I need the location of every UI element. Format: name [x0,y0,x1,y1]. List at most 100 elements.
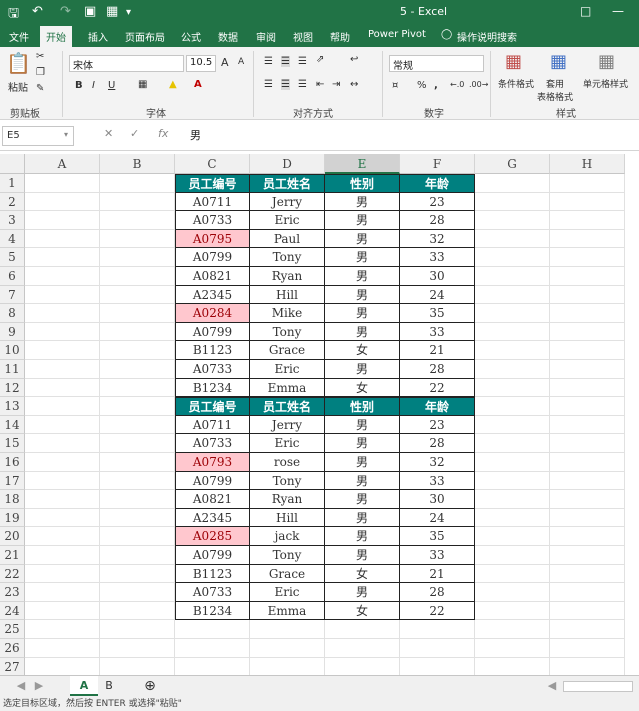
conditional-format-button[interactable]: 条件格式 [498,77,534,90]
cell-h22[interactable] [550,564,625,584]
table-cell-id[interactable]: A0733 [175,360,250,379]
table-cell-id[interactable]: A2345 [175,508,250,528]
row-header-19[interactable]: 19 [0,508,25,528]
bold-button[interactable]: B [75,80,83,91]
row-header-13[interactable]: 13 [0,397,25,416]
cell-h23[interactable] [550,583,625,602]
cell-a15[interactable] [25,434,100,453]
cell-a16[interactable] [25,453,100,472]
table-cell-gender[interactable]: 男 [325,490,400,509]
table-cell-age[interactable]: 24 [400,508,475,528]
cell-b4[interactable] [100,229,175,249]
cell-a12[interactable] [25,378,100,398]
table-cell-id[interactable]: A0733 [175,211,250,230]
number-format-select[interactable]: 常规 [389,55,484,72]
table-header-cell[interactable]: 年龄 [400,174,475,193]
table-cell-gender[interactable]: 女 [325,601,400,621]
cell-h24[interactable] [550,601,625,621]
table-cell-age[interactable]: 30 [400,490,475,509]
table-cell-name[interactable]: Eric [250,583,325,602]
column-header-b[interactable]: B [100,154,175,174]
cell-g13[interactable] [475,397,550,416]
table-cell-name[interactable]: Paul [250,229,325,249]
cell-g5[interactable] [475,248,550,267]
cell-a7[interactable] [25,285,100,305]
cell-a6[interactable] [25,267,100,286]
cell-styles-icon[interactable]: ▦ [598,51,615,72]
row-header-21[interactable]: 21 [0,546,25,565]
comma-style-icon[interactable]: , [434,80,438,91]
table-header-cell[interactable]: 员工姓名 [250,174,325,193]
cell-h18[interactable] [550,490,625,509]
cell-a21[interactable] [25,546,100,565]
table-cell-age[interactable]: 28 [400,583,475,602]
grid-icon[interactable]: ▦ [106,4,118,19]
cell-h3[interactable] [550,211,625,230]
scroll-left-icon[interactable]: ◀ [14,676,28,696]
table-cell-name[interactable]: Mike [250,304,325,323]
name-box-dropdown-icon[interactable]: ▾ [64,130,68,139]
table-cell-age[interactable]: 32 [400,229,475,249]
copy-icon[interactable]: ❐ [36,67,45,78]
ribbon-display-icon[interactable]: □ [580,4,591,18]
row-header-18[interactable]: 18 [0,490,25,509]
cell-a17[interactable] [25,471,100,491]
cell-e27[interactable] [325,657,400,677]
column-header-h[interactable]: H [550,154,625,174]
cell-h27[interactable] [550,657,625,677]
row-header-25[interactable]: 25 [0,620,25,639]
table-cell-gender[interactable]: 男 [325,211,400,230]
currency-icon[interactable]: ¤ [392,80,398,91]
table-cell-gender[interactable]: 男 [325,546,400,565]
cell-h17[interactable] [550,471,625,491]
cell-e25[interactable] [325,620,400,639]
cell-b16[interactable] [100,453,175,472]
align-top-icon[interactable]: ☰ [264,56,273,67]
row-header-9[interactable]: 9 [0,322,25,342]
row-header-11[interactable]: 11 [0,360,25,379]
table-cell-name[interactable]: Grace [250,564,325,584]
table-cell-age[interactable]: 33 [400,471,475,491]
cut-icon[interactable]: ✂ [36,51,44,62]
table-cell-age[interactable]: 30 [400,267,475,286]
cell-g10[interactable] [475,341,550,360]
cancel-icon[interactable]: ✕ [104,127,113,140]
row-header-1[interactable]: 1 [0,174,25,193]
row-header-26[interactable]: 26 [0,639,25,658]
cell-g3[interactable] [475,211,550,230]
table-cell-gender[interactable]: 女 [325,341,400,360]
cell-h4[interactable] [550,229,625,249]
percent-button[interactable]: % [417,80,427,91]
cell-g8[interactable] [475,304,550,323]
tab-data[interactable]: 数据 [218,29,238,44]
table-cell-age[interactable]: 24 [400,285,475,305]
table-cell-age[interactable]: 23 [400,415,475,435]
cell-b15[interactable] [100,434,175,453]
cell-h12[interactable] [550,378,625,398]
table-cell-name[interactable]: Grace [250,341,325,360]
cell-g6[interactable] [475,267,550,286]
table-cell-gender[interactable]: 男 [325,192,400,212]
cell-b17[interactable] [100,471,175,491]
table-cell-name[interactable]: Tony [250,322,325,342]
table-cell-id[interactable]: A0711 [175,192,250,212]
conditional-format-icon[interactable]: ▦ [505,51,522,72]
cell-g27[interactable] [475,657,550,677]
align-center-icon[interactable]: ☰ [281,79,290,90]
font-color-icon[interactable]: A [194,79,202,90]
cell-a18[interactable] [25,490,100,509]
align-bottom-icon[interactable]: ☰ [298,56,307,67]
table-cell-gender[interactable]: 男 [325,453,400,472]
row-header-2[interactable]: 2 [0,192,25,212]
cell-b23[interactable] [100,583,175,602]
table-cell-gender[interactable]: 男 [325,304,400,323]
row-header-6[interactable]: 6 [0,267,25,286]
hscroll-left-icon[interactable]: ◀ [545,676,559,696]
table-cell-name[interactable]: Ryan [250,490,325,509]
undo-icon[interactable]: ↶ [32,4,43,19]
cell-a24[interactable] [25,601,100,621]
table-cell-id[interactable]: A0733 [175,434,250,453]
table-cell-age[interactable]: 33 [400,322,475,342]
decrease-indent-icon[interactable]: ⇤ [316,79,324,90]
table-cell-name[interactable]: Tony [250,546,325,565]
